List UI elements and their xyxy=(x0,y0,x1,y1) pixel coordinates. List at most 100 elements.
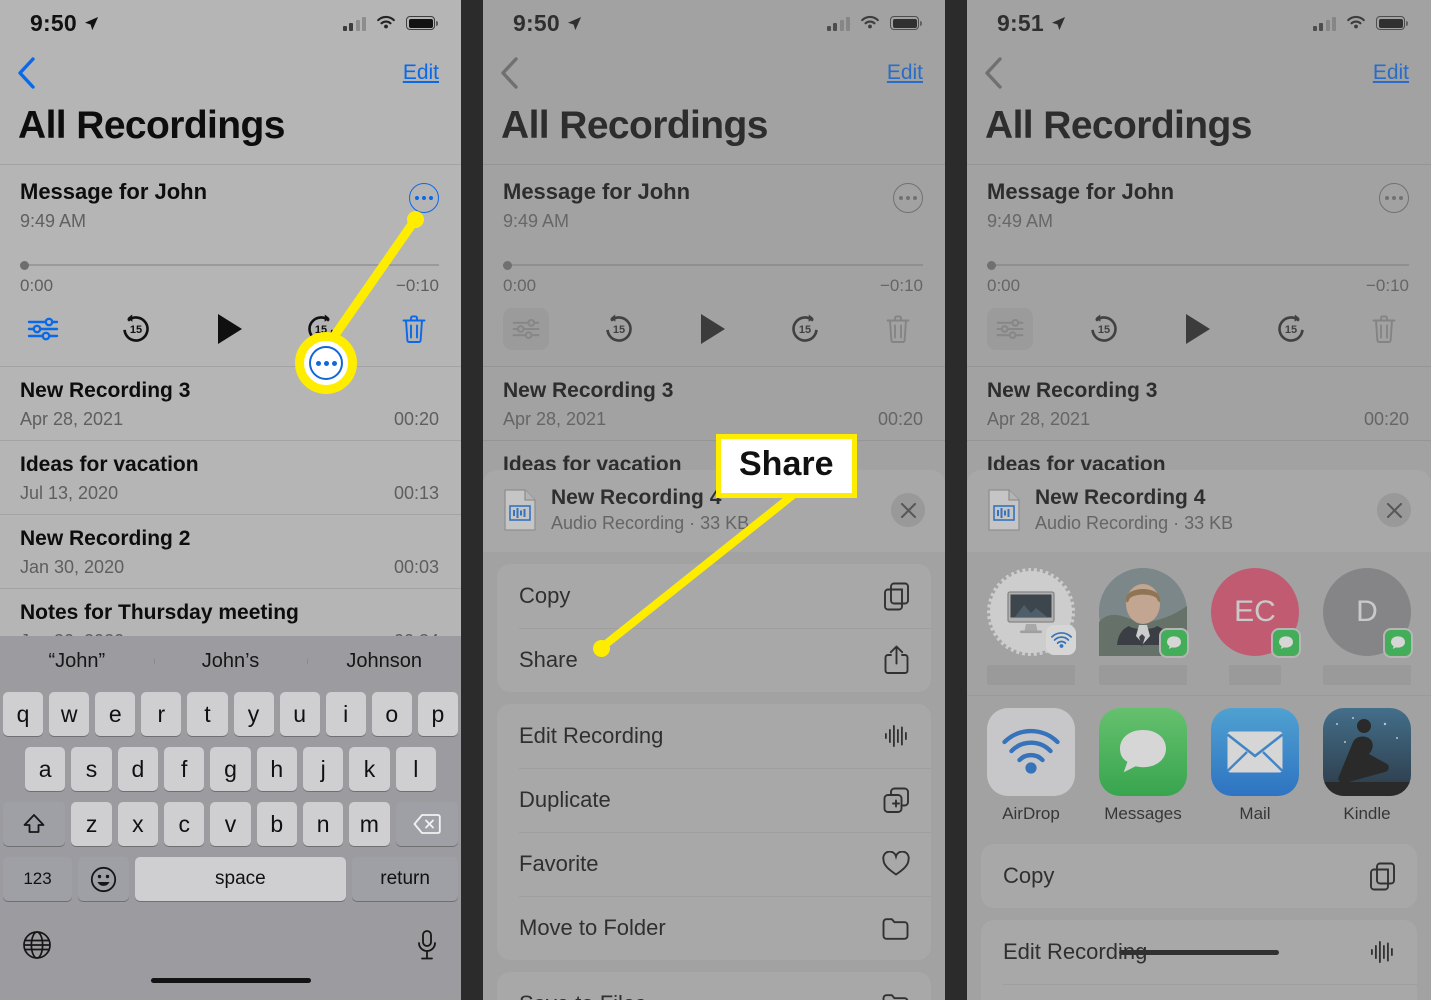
trash-icon[interactable] xyxy=(391,308,437,350)
edit-button[interactable]: Edit xyxy=(1373,61,1409,85)
menu-item-duplicate[interactable]: Duplicate xyxy=(497,768,931,832)
trash-icon[interactable] xyxy=(1361,308,1407,350)
key-h[interactable]: h xyxy=(256,747,297,791)
close-x-icon[interactable] xyxy=(891,493,925,527)
suggestion-1[interactable]: John’s xyxy=(153,650,308,673)
ellipsis-circle-icon[interactable] xyxy=(893,183,923,213)
key-g[interactable]: g xyxy=(210,747,251,791)
menu-item-edit-recording[interactable]: Edit Recording xyxy=(497,704,931,768)
microphone-icon[interactable] xyxy=(415,929,439,961)
airdrop-target[interactable]: D xyxy=(1323,568,1413,685)
key-p[interactable]: p xyxy=(417,692,458,736)
play-icon[interactable] xyxy=(1174,308,1220,350)
menu-item-copy[interactable]: Copy xyxy=(981,844,1417,908)
return-key[interactable]: return xyxy=(352,857,458,901)
space-key[interactable]: space xyxy=(134,857,347,901)
key-r[interactable]: r xyxy=(141,692,182,736)
playback-settings-icon[interactable] xyxy=(987,308,1033,350)
key-z[interactable]: z xyxy=(71,802,112,846)
key-t[interactable]: t xyxy=(187,692,228,736)
ellipsis-circle-icon[interactable] xyxy=(409,183,439,213)
play-icon[interactable] xyxy=(689,308,735,350)
playback-scrubber[interactable] xyxy=(987,260,1409,270)
menu-item-duplicate[interactable]: Duplicate xyxy=(981,984,1417,1000)
share-file-name: New Recording 4 xyxy=(551,486,722,509)
key-u[interactable]: u xyxy=(279,692,320,736)
skip-back-15-icon[interactable]: 15 xyxy=(596,308,642,350)
key-q[interactable]: q xyxy=(3,692,44,736)
key-l[interactable]: l xyxy=(395,747,436,791)
skip-forward-15-icon[interactable]: 15 xyxy=(1268,308,1314,350)
share-app-kindle[interactable]: Kindle xyxy=(1323,708,1411,824)
trash-icon[interactable] xyxy=(875,308,921,350)
chevron-left-icon[interactable] xyxy=(499,56,521,90)
skip-back-15-icon[interactable]: 15 xyxy=(113,308,159,350)
menu-item-save-to-files[interactable]: Save to Files xyxy=(497,972,931,1000)
numbers-key[interactable]: 123 xyxy=(3,857,72,901)
suggestion-0[interactable]: “John” xyxy=(0,650,154,673)
key-i[interactable]: i xyxy=(325,692,366,736)
playback-scrubber[interactable] xyxy=(20,260,439,270)
globe-icon[interactable] xyxy=(22,930,52,960)
share-apps-row: AirDrop Messages Mail Kindle xyxy=(967,695,1431,832)
list-item[interactable]: New Recording 2 Jan 30, 2020 00:03 xyxy=(0,515,461,588)
key-x[interactable]: x xyxy=(117,802,159,846)
menu-item-move-to-folder[interactable]: Move to Folder xyxy=(497,896,931,960)
backspace-icon[interactable] xyxy=(395,802,458,846)
close-x-icon[interactable] xyxy=(1377,493,1411,527)
menu-item-share[interactable]: Share xyxy=(497,628,931,692)
skip-forward-15-icon[interactable]: 15 xyxy=(298,308,344,350)
share-app-airdrop[interactable]: AirDrop xyxy=(987,708,1075,824)
chevron-left-icon[interactable] xyxy=(16,56,38,90)
menu-item-favorite[interactable]: Favorite xyxy=(497,832,931,896)
menu-item-label: Move to Folder xyxy=(519,915,666,940)
list-item[interactable]: New Recording 3 Apr 28, 2021 00:20 xyxy=(0,367,461,440)
imac-airdrop-icon xyxy=(987,568,1076,656)
list-item[interactable]: New Recording 3 Apr 28, 2021 00:20 xyxy=(483,367,945,440)
contact-initials-avatar: D xyxy=(1323,568,1413,658)
edit-button[interactable]: Edit xyxy=(403,61,439,85)
key-o[interactable]: o xyxy=(371,692,412,736)
key-v[interactable]: v xyxy=(210,802,251,846)
playback-settings-icon[interactable] xyxy=(20,308,66,350)
playback-scrubber[interactable] xyxy=(503,260,923,270)
ellipsis-circle-icon[interactable] xyxy=(1379,183,1409,213)
key-n[interactable]: n xyxy=(302,802,344,846)
airdrop-target[interactable] xyxy=(987,568,1076,685)
menu-item-copy[interactable]: Copy xyxy=(497,564,931,628)
key-f[interactable]: f xyxy=(164,747,205,791)
key-a[interactable]: a xyxy=(25,747,66,791)
key-k[interactable]: k xyxy=(349,747,390,791)
folder-icon xyxy=(881,989,911,1000)
suggestion-2[interactable]: Johnson xyxy=(307,650,461,673)
key-d[interactable]: d xyxy=(117,747,158,791)
key-w[interactable]: w xyxy=(49,692,90,736)
key-y[interactable]: y xyxy=(233,692,274,736)
skip-back-15-icon[interactable]: 15 xyxy=(1081,308,1127,350)
chevron-left-icon[interactable] xyxy=(983,56,1005,90)
key-j[interactable]: j xyxy=(302,747,344,791)
key-e[interactable]: e xyxy=(95,692,136,736)
status-bar: 9:51 xyxy=(967,0,1431,46)
share-app-messages[interactable]: Messages xyxy=(1099,708,1187,824)
app-label: Messages xyxy=(1104,804,1182,823)
play-icon[interactable] xyxy=(206,308,252,350)
airdrop-target-label xyxy=(987,665,1075,685)
key-s[interactable]: s xyxy=(71,747,112,791)
edit-button[interactable]: Edit xyxy=(887,61,923,85)
share-app-mail[interactable]: Mail xyxy=(1211,708,1299,824)
airdrop-target[interactable]: EC xyxy=(1211,568,1301,685)
shift-arrow-icon[interactable] xyxy=(3,802,66,846)
cellular-bars-icon xyxy=(826,16,850,31)
playback-settings-icon[interactable] xyxy=(503,308,549,350)
skip-forward-15-icon[interactable]: 15 xyxy=(782,308,828,350)
svg-text:15: 15 xyxy=(1284,324,1296,336)
list-item[interactable]: Ideas for vacation Jul 13, 2020 00:13 xyxy=(0,441,461,514)
key-m[interactable]: m xyxy=(349,802,390,846)
key-c[interactable]: c xyxy=(164,802,205,846)
recording-name: New Recording 3 xyxy=(987,379,1158,402)
airdrop-target[interactable] xyxy=(1099,568,1189,685)
emoji-smiley-icon[interactable] xyxy=(78,857,129,901)
list-item[interactable]: New Recording 3 Apr 28, 2021 00:20 xyxy=(967,367,1431,440)
key-b[interactable]: b xyxy=(256,802,297,846)
